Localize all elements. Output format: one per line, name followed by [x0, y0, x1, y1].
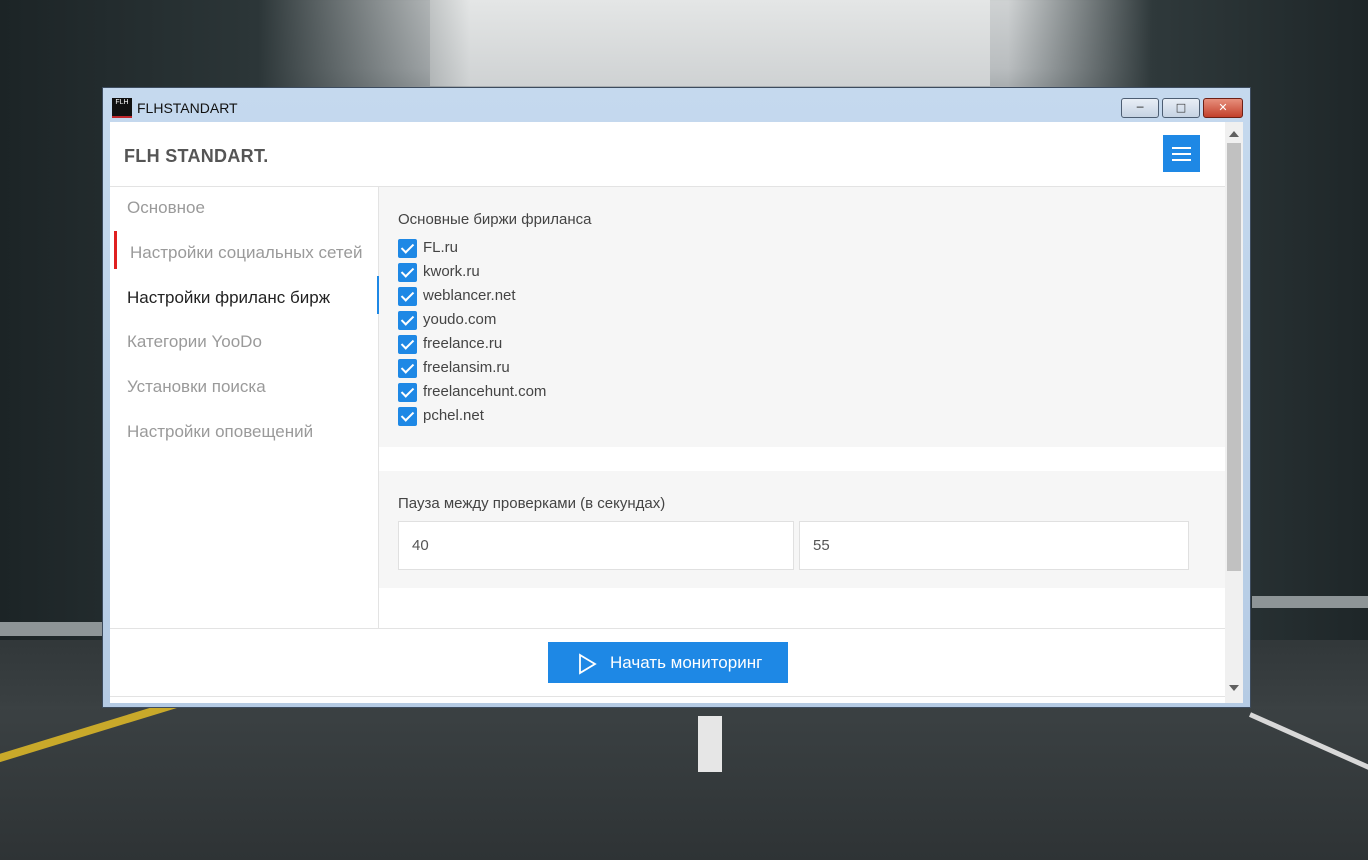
close-button[interactable]: ✕	[1203, 98, 1243, 118]
checkbox-label: pchel.net	[423, 407, 484, 424]
sidebar-item-social-settings[interactable]: Настройки социальных сетей	[130, 243, 362, 263]
play-icon	[579, 653, 597, 675]
checkbox-checked-icon[interactable]	[398, 407, 417, 426]
minimize-button[interactable]: ─	[1121, 98, 1159, 118]
brand-title: FLH STANDART.	[124, 146, 269, 166]
checkbox-label: freelancehunt.com	[423, 383, 547, 400]
start-monitoring-button[interactable]: Начать мониторинг	[548, 642, 788, 683]
checkbox-checked-icon[interactable]	[398, 239, 417, 258]
checkbox-label: FL.ru	[423, 239, 459, 256]
sidebar-item-basic[interactable]: Основное	[127, 198, 205, 218]
hamburger-icon	[1172, 147, 1191, 149]
app-header: FLH STANDART.	[110, 122, 1225, 187]
checkbox-checked-icon[interactable]	[398, 287, 417, 306]
pause-min-input[interactable]	[398, 521, 794, 570]
checkbox-checked-icon[interactable]	[398, 263, 417, 282]
sidebar-item-yoodo-categories[interactable]: Категории YooDo	[127, 332, 262, 352]
sidebar-item-freelance-settings[interactable]: Настройки фриланс бирж	[127, 288, 330, 308]
vertical-scrollbar[interactable]	[1225, 122, 1243, 703]
checkbox-checked-icon[interactable]	[398, 383, 417, 402]
checkbox-checked-icon[interactable]	[398, 335, 417, 354]
main-content: Основные биржи фриланса FL.ru kwork.ru w…	[379, 187, 1225, 628]
pause-max-input[interactable]	[799, 521, 1189, 570]
sidebar-nav: Основное Настройки социальных сетей Наст…	[110, 187, 379, 628]
app-window: FLH FLHSTANDART ─ □ ✕ FLH STANDART. Осно…	[102, 87, 1251, 708]
checkbox-label: freelansim.ru	[423, 359, 510, 376]
maximize-button[interactable]: □	[1162, 98, 1200, 118]
window-titlebar[interactable]: FLH FLHSTANDART ─ □ ✕	[103, 88, 1250, 122]
pause-panel: Пауза между проверками (в секундах)	[379, 471, 1225, 588]
window-title: FLHSTANDART	[137, 100, 238, 116]
app-logo-icon: FLH	[112, 98, 132, 118]
hamburger-menu-button[interactable]	[1163, 135, 1200, 172]
footer-bar: Начать мониторинг	[110, 628, 1225, 698]
checkbox-label: youdo.com	[423, 311, 497, 328]
checkbox-label: weblancer.net	[423, 287, 516, 304]
window-client-area: FLH STANDART. Основное Настройки социаль…	[110, 122, 1243, 703]
pause-title: Пауза между проверками (в секундах)	[398, 495, 666, 512]
sidebar-item-search-settings[interactable]: Установки поиска	[127, 377, 266, 397]
exchanges-panel: Основные биржи фриланса FL.ru kwork.ru w…	[379, 187, 1225, 447]
checkbox-label: freelance.ru	[423, 335, 503, 352]
sidebar-item-notification-settings[interactable]: Настройки оповещений	[127, 422, 313, 442]
start-monitoring-label: Начать мониторинг	[610, 653, 763, 672]
checkbox-label: kwork.ru	[423, 263, 480, 280]
scroll-down-icon[interactable]	[1229, 685, 1239, 691]
scrollbar-thumb[interactable]	[1227, 143, 1241, 571]
exchanges-title: Основные биржи фриланса	[398, 211, 592, 228]
checkbox-checked-icon[interactable]	[398, 359, 417, 378]
scroll-up-icon[interactable]	[1229, 131, 1239, 137]
sidebar-hover-marker	[114, 231, 117, 269]
checkbox-checked-icon[interactable]	[398, 311, 417, 330]
